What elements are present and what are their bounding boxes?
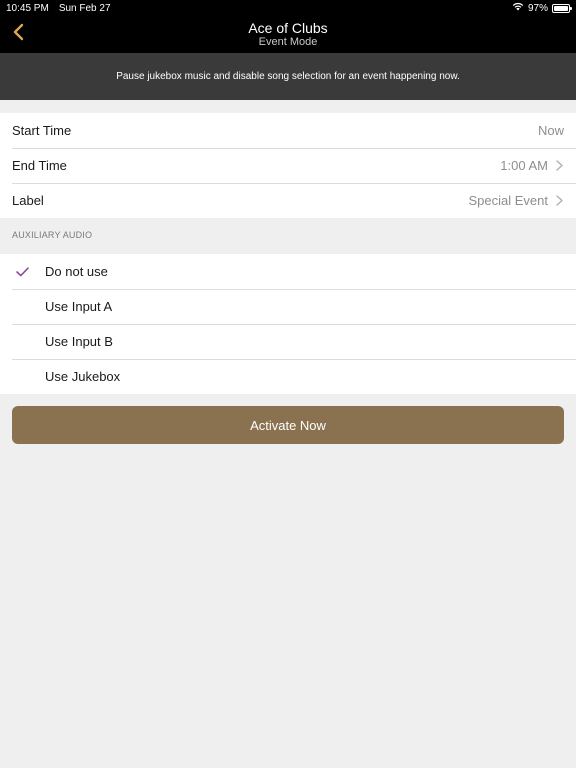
battery-icon (552, 3, 572, 13)
chevron-right-icon (556, 160, 564, 172)
label-value: Special Event (468, 193, 549, 208)
wifi-icon (512, 2, 524, 14)
label-row[interactable]: Label Special Event (0, 183, 576, 218)
battery-fill (554, 5, 568, 11)
activate-now-button[interactable]: Activate Now (12, 406, 564, 444)
navigation-bar: Ace of Clubs Event Mode (0, 16, 576, 53)
page-subtitle: Event Mode (258, 36, 318, 48)
info-banner: Pause jukebox music and disable song sel… (0, 53, 576, 100)
option-label: Use Jukebox (45, 369, 121, 384)
auxiliary-audio-group: Do not use Use Input A Use Input B Use J… (0, 254, 576, 394)
start-time-row[interactable]: Start Time Now (0, 113, 576, 148)
chevron-right-icon (556, 195, 564, 207)
end-time-label: End Time (12, 158, 67, 173)
option-label: Use Input A (45, 299, 113, 314)
page-title: Ace of Clubs (248, 20, 328, 36)
status-time: 10:45 PM (6, 2, 49, 14)
auxiliary-audio-header: AUXILIARY AUDIO (12, 230, 93, 240)
option-label: Do not use (45, 264, 108, 279)
start-time-value: Now (537, 123, 564, 138)
label-label: Label (12, 193, 44, 208)
option-use-input-b[interactable]: Use Input B (0, 324, 576, 359)
status-date: Sun Feb 27 (58, 2, 111, 14)
checkmark-icon (0, 266, 45, 277)
end-time-value: 1:00 AM (500, 158, 548, 173)
start-time-label: Start Time (12, 123, 72, 138)
end-time-row[interactable]: End Time 1:00 AM (0, 148, 576, 183)
status-bar: 10:45 PM Sun Feb 27 97% (0, 0, 576, 16)
option-use-jukebox[interactable]: Use Jukebox (0, 359, 576, 394)
banner-text: Pause jukebox music and disable song sel… (116, 71, 460, 82)
option-do-not-use[interactable]: Do not use (0, 254, 576, 289)
battery-percent: 97% (527, 2, 548, 14)
event-settings-group: Start Time Now End Time 1:00 AM Label Sp… (0, 113, 576, 218)
option-use-input-a[interactable]: Use Input A (0, 289, 576, 324)
option-label: Use Input B (45, 334, 113, 349)
